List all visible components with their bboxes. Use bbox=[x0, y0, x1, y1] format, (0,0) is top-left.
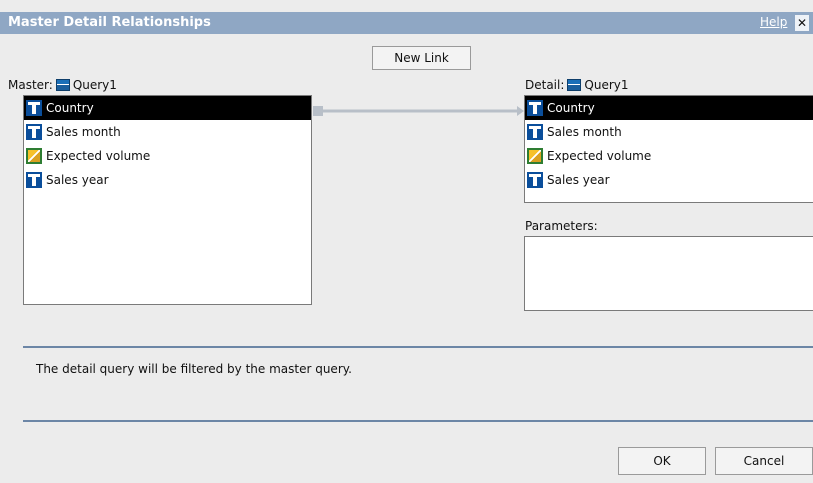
master-label-text: Master: bbox=[8, 78, 53, 92]
master-label: Master: Query1 bbox=[8, 78, 117, 92]
separator-bottom bbox=[23, 420, 813, 422]
close-icon[interactable]: ✕ bbox=[795, 15, 809, 31]
list-item-label: Sales year bbox=[547, 173, 610, 187]
query-icon bbox=[567, 79, 582, 91]
new-link-button[interactable]: New Link bbox=[372, 46, 471, 70]
master-query-name: Query1 bbox=[72, 78, 117, 92]
detail-label: Detail: Query1 bbox=[525, 78, 629, 92]
master-detail-dialog: Master Detail Relationships Help ✕ New L… bbox=[0, 0, 813, 483]
dialog-title: Master Detail Relationships bbox=[8, 15, 211, 30]
detail-field-sales-month[interactable]: Sales month bbox=[525, 120, 813, 144]
help-link[interactable]: Help bbox=[760, 15, 787, 29]
detail-field-sales-year[interactable]: Sales year bbox=[525, 168, 813, 192]
detail-query-name: Query1 bbox=[584, 78, 629, 92]
measure-icon bbox=[527, 148, 543, 164]
detail-field-list[interactable]: Country Sales month Expected volume Sale… bbox=[524, 95, 813, 203]
detail-field-country[interactable]: Country bbox=[525, 96, 813, 120]
measure-icon bbox=[26, 148, 42, 164]
list-item-label: Expected volume bbox=[46, 149, 151, 163]
detail-label-text: Detail: bbox=[525, 78, 565, 92]
master-field-expected-volume[interactable]: Expected volume bbox=[24, 144, 311, 168]
query-icon bbox=[55, 79, 70, 91]
ok-button[interactable]: OK bbox=[618, 447, 706, 475]
master-field-sales-year[interactable]: Sales year bbox=[24, 168, 311, 192]
dimension-icon bbox=[26, 124, 42, 140]
link-arrow-icon bbox=[517, 106, 524, 116]
cancel-button[interactable]: Cancel bbox=[715, 447, 813, 475]
parameters-label: Parameters: bbox=[525, 219, 598, 233]
separator-top bbox=[23, 346, 813, 348]
title-bar: Master Detail Relationships Help ✕ bbox=[0, 12, 813, 34]
list-item-label: Sales month bbox=[46, 125, 121, 139]
list-item-label: Sales year bbox=[46, 173, 109, 187]
master-field-sales-month[interactable]: Sales month bbox=[24, 120, 311, 144]
dimension-icon bbox=[26, 100, 42, 116]
list-item-label: Expected volume bbox=[547, 149, 652, 163]
dimension-icon bbox=[527, 124, 543, 140]
list-item-label: Sales month bbox=[547, 125, 622, 139]
detail-field-expected-volume[interactable]: Expected volume bbox=[525, 144, 813, 168]
info-text: The detail query will be filtered by the… bbox=[36, 362, 352, 376]
link-connector bbox=[313, 106, 524, 116]
dimension-icon bbox=[26, 172, 42, 188]
link-start-handle bbox=[313, 106, 323, 116]
parameters-box[interactable] bbox=[524, 236, 813, 311]
list-item-label: Country bbox=[547, 101, 595, 115]
list-item-label: Country bbox=[46, 101, 94, 115]
master-field-country[interactable]: Country bbox=[24, 96, 311, 120]
master-field-list[interactable]: Country Sales month Expected volume Sale… bbox=[23, 95, 312, 305]
dimension-icon bbox=[527, 172, 543, 188]
dimension-icon bbox=[527, 100, 543, 116]
